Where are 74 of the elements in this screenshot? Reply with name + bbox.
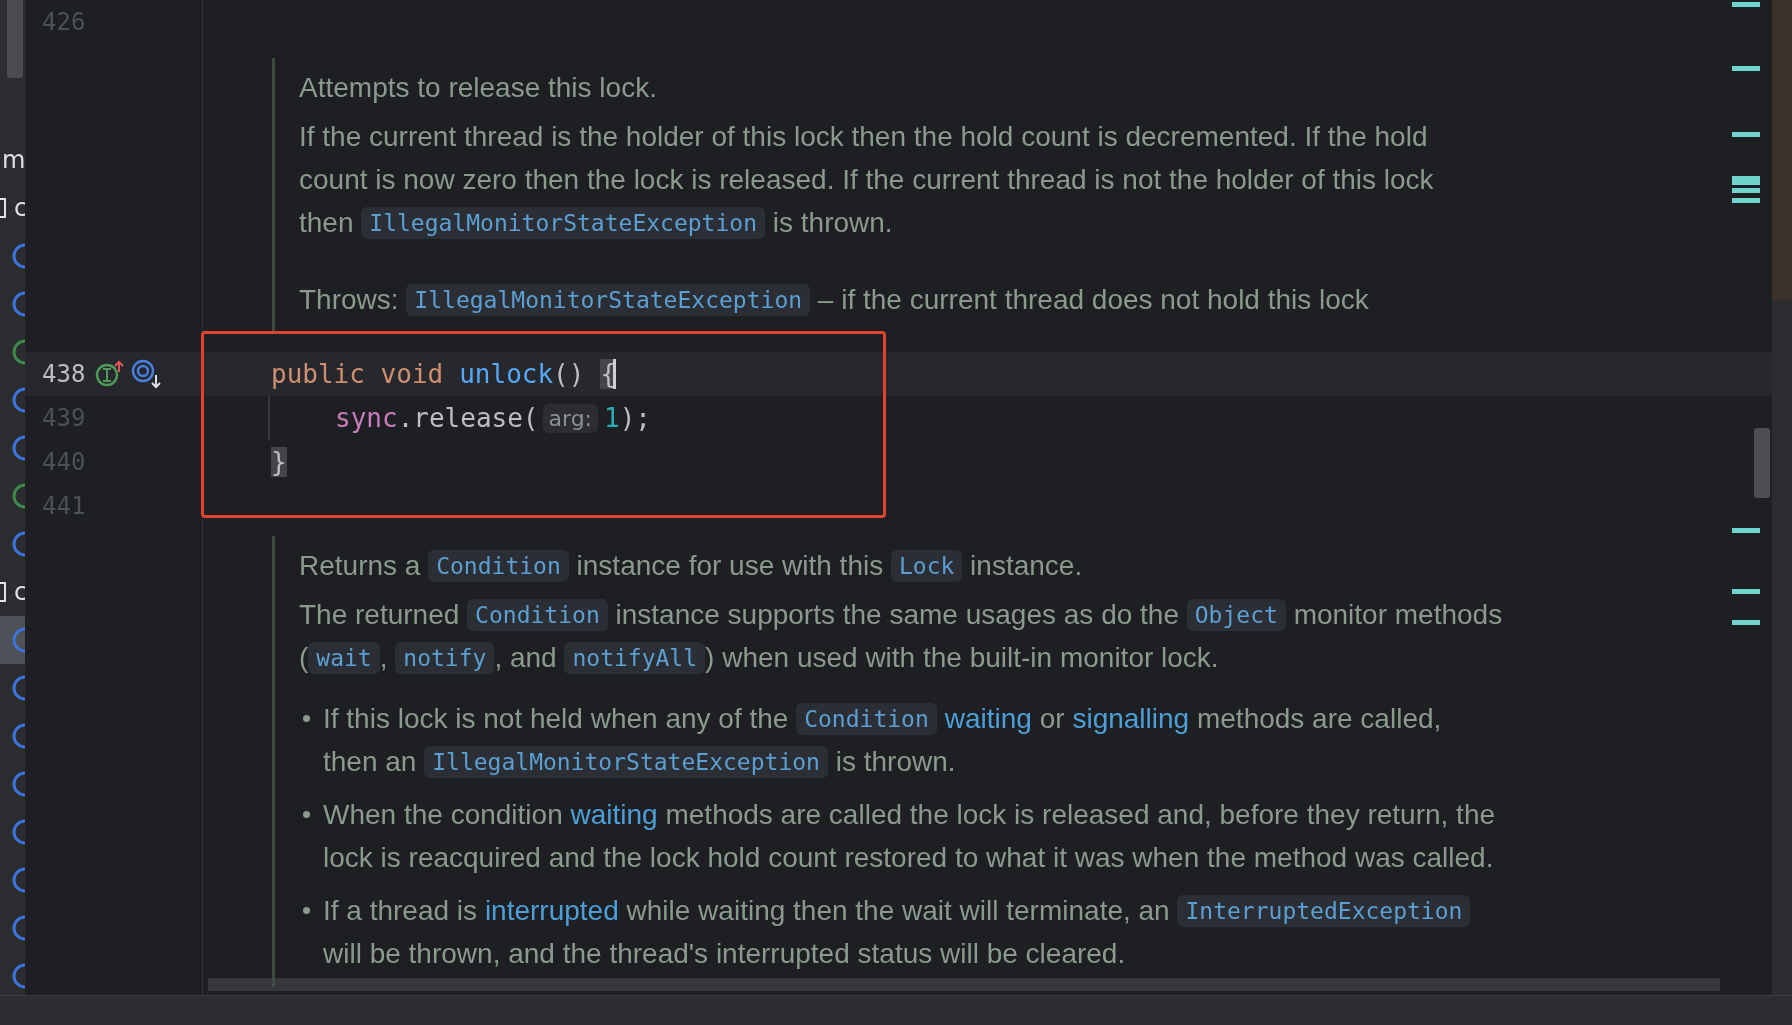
scrollbar-thumb[interactable]: [7, 0, 23, 78]
inline-code: InterruptedException: [1177, 894, 1471, 927]
inline-code: wait: [308, 641, 380, 674]
line-number: 438: [42, 359, 86, 390]
bullet-icon: [303, 715, 310, 722]
doc-text: lock is reacquired and the lock hold count restored to what it was when the method was called.: [323, 841, 1494, 875]
text-cursor: [613, 359, 617, 389]
inline-code: Condition: [796, 702, 937, 735]
inline-code: Condition: [467, 598, 608, 631]
doc-text: instance for use with this: [575, 549, 885, 583]
doc-text: or: [1038, 702, 1066, 736]
code-line: public void unlock() {: [270, 358, 618, 391]
structure-label: c: [14, 194, 25, 222]
doc-text: When the condition: [323, 798, 564, 832]
doc-text: ) when used with the built-in monitor lock.: [705, 641, 1219, 675]
code-line: sync.release( arg: 1);: [203, 396, 1720, 440]
member-icon[interactable]: [12, 723, 25, 749]
inline-code: Condition: [428, 549, 569, 582]
doc-text: If the current thread is the holder of this lock then the hold count is decremented. If the hold: [299, 120, 1428, 154]
doc-text: methods are called the lock is released and, before they return, the: [664, 798, 1496, 832]
scrollbar-thumb[interactable]: [1754, 428, 1770, 498]
doc-text: is thrown.: [771, 206, 893, 240]
inline-code: notify: [395, 641, 495, 674]
doc-text: methods are called,: [1195, 702, 1442, 736]
inline-code: Lock: [890, 549, 963, 582]
member-icon[interactable]: [12, 243, 25, 269]
doc-text: is thrown.: [834, 745, 956, 779]
doc-text: instance.: [969, 549, 1083, 583]
member-icon[interactable]: [12, 387, 25, 413]
inline-code: Object: [1186, 598, 1286, 631]
inline-code: IllegalMonitorStateException: [406, 283, 811, 316]
member-icon[interactable]: [12, 531, 25, 557]
doc-text: monitor methods: [1292, 598, 1503, 632]
doc-text: Throws:: [299, 283, 400, 317]
doc-text: If a thread is: [323, 894, 479, 928]
member-icon[interactable]: [12, 483, 25, 509]
doc-text: instance supports the same usages as do the: [614, 598, 1180, 632]
horizontal-scrollbar[interactable]: [208, 978, 1720, 991]
inline-code: IllegalMonitorStateException: [424, 745, 828, 778]
doc-text: count is now zero then the lock is released. If the current thread is not the holder of this lock: [299, 163, 1434, 197]
implements-icon[interactable]: [95, 360, 126, 388]
member-icon[interactable]: [12, 435, 25, 461]
member-icon[interactable]: [12, 627, 25, 653]
doc-link[interactable]: interrupted: [484, 889, 619, 932]
doc-link[interactable]: waiting: [944, 697, 1032, 740]
inline-code: notifyAll: [564, 641, 706, 674]
doc-text: will be thrown, and the thread's interrupted status will be cleared.: [323, 937, 1126, 971]
doc-text: then: [299, 206, 355, 240]
doc-text: The returned: [299, 598, 461, 632]
doc-text: then an: [323, 745, 418, 779]
member-icon[interactable]: [12, 819, 25, 845]
structure-label: c: [14, 578, 25, 606]
bullet-icon: [303, 907, 310, 914]
member-icon[interactable]: [12, 291, 25, 317]
structure-label: m: [2, 146, 25, 174]
member-icon[interactable]: [12, 963, 25, 989]
doc-link[interactable]: signalling: [1072, 697, 1190, 740]
member-icon[interactable]: [12, 339, 25, 365]
overrides-icon[interactable]: [131, 359, 164, 389]
member-icon[interactable]: [12, 915, 25, 941]
doc-text: – if the current thread does not hold this lock: [816, 283, 1369, 317]
doc-text: , and: [494, 641, 558, 675]
inline-code: IllegalMonitorStateException: [361, 206, 765, 239]
bullet-icon: [303, 811, 310, 818]
doc-text: If this lock is not held when any of the: [323, 702, 790, 736]
doc-text: while waiting then the wait will terminate, an: [625, 894, 1171, 928]
doc-text: (: [299, 641, 309, 675]
doc-text: Attempts to release this lock.: [299, 71, 657, 105]
member-icon[interactable]: [12, 771, 25, 797]
member-icon[interactable]: [12, 867, 25, 893]
doc-text: ,: [379, 641, 389, 675]
doc-text: Returns a: [299, 549, 422, 583]
member-icon[interactable]: [12, 675, 25, 701]
doc-link[interactable]: waiting: [570, 793, 658, 836]
